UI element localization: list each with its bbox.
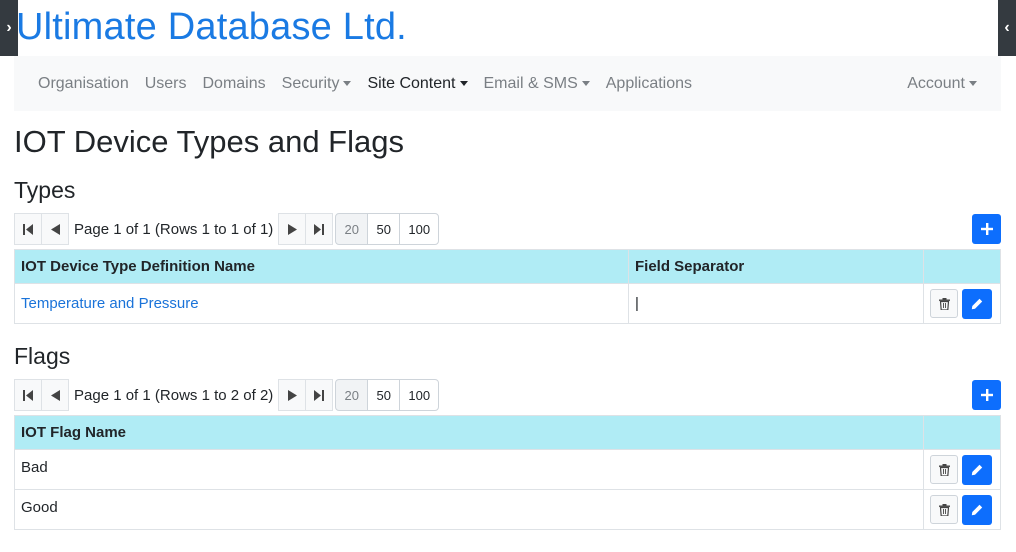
page-size-20-button[interactable]: 20 <box>335 379 369 411</box>
table-row: Bad <box>14 449 1001 490</box>
caret-down-icon <box>343 81 352 86</box>
page-size-100-button[interactable]: 100 <box>399 213 440 245</box>
first-page-button[interactable] <box>14 379 42 411</box>
next-page-button[interactable] <box>278 379 307 411</box>
next-page-button[interactable] <box>278 213 307 245</box>
pencil-icon <box>971 298 983 309</box>
prev-page-button[interactable] <box>41 379 69 411</box>
edit-button[interactable] <box>962 454 992 485</box>
nav-item-domains[interactable]: Domains <box>195 75 274 93</box>
trash-icon <box>938 297 950 310</box>
row-actions <box>923 449 1001 490</box>
table-header-row: IOT Flag Name <box>14 415 1001 450</box>
last-page-icon <box>314 223 325 235</box>
nav-item-applications[interactable]: Applications <box>598 75 700 93</box>
plus-icon <box>980 223 993 235</box>
edit-button[interactable] <box>962 288 992 319</box>
types-pager: Page 1 of 1 (Rows 1 to 1 of 1) 20 50 100 <box>14 213 440 245</box>
nav-item-security[interactable]: Security <box>274 75 360 93</box>
field-separator-value: | <box>635 295 639 312</box>
last-page-button[interactable] <box>305 379 334 411</box>
pencil-icon <box>971 464 983 475</box>
nav-item-users[interactable]: Users <box>137 75 195 93</box>
brand-title[interactable]: Ultimate Database Ltd. <box>16 2 407 52</box>
chevron-right-icon: › <box>6 19 12 36</box>
types-heading: Types <box>14 177 76 203</box>
flag-name-cell: Bad <box>14 449 924 490</box>
chevron-left-icon: ‹ <box>1004 19 1010 36</box>
delete-button[interactable] <box>930 455 958 484</box>
flag-name-cell: Good <box>14 489 924 530</box>
caret-down-icon <box>459 81 468 86</box>
next-page-icon <box>287 223 297 235</box>
column-header-flag-name[interactable]: IOT Flag Name <box>14 415 924 450</box>
nav-item-organisation[interactable]: Organisation <box>30 75 137 93</box>
next-page-icon <box>287 389 297 401</box>
edit-button[interactable] <box>962 494 992 525</box>
page-size-group: 20 50 100 <box>335 379 440 411</box>
page-size-20-button[interactable]: 20 <box>335 213 369 245</box>
trash-icon <box>938 503 950 516</box>
plus-icon <box>980 389 993 401</box>
sidebar-toggle-right[interactable]: ‹ <box>998 0 1016 56</box>
page-size-group: 20 50 100 <box>335 213 440 245</box>
column-header-actions <box>923 249 1001 284</box>
trash-icon <box>938 463 950 476</box>
row-actions <box>923 283 1001 324</box>
flags-table: IOT Flag Name Bad Good <box>14 415 1001 530</box>
caret-down-icon <box>581 81 590 86</box>
last-page-button[interactable] <box>305 213 334 245</box>
pencil-icon <box>971 504 983 515</box>
add-type-button[interactable] <box>972 214 1001 244</box>
flags-heading: Flags <box>14 343 71 369</box>
type-name-cell: Temperature and Pressure <box>14 283 629 324</box>
table-header-row: IOT Device Type Definition Name Field Se… <box>14 249 1001 284</box>
nav-item-account[interactable]: Account <box>899 75 985 93</box>
column-header-field-separator[interactable]: Field Separator <box>628 249 924 284</box>
first-page-icon <box>23 389 33 401</box>
nav-item-site-content[interactable]: Site Content <box>359 75 475 93</box>
first-page-icon <box>23 223 33 235</box>
prev-page-button[interactable] <box>41 213 69 245</box>
prev-page-icon <box>50 389 60 401</box>
delete-button[interactable] <box>930 289 958 318</box>
prev-page-icon <box>50 223 60 235</box>
column-header-actions <box>923 415 1001 450</box>
type-name-link[interactable]: Temperature and Pressure <box>21 295 199 312</box>
pager-status: Page 1 of 1 (Rows 1 to 2 of 2) <box>74 386 274 404</box>
caret-down-icon <box>969 81 977 86</box>
last-page-icon <box>314 389 325 401</box>
page-size-50-button[interactable]: 50 <box>367 213 401 245</box>
main-navbar: Organisation Users Domains Security Site… <box>14 56 1001 111</box>
field-separator-cell: | <box>628 283 924 324</box>
pager-status: Page 1 of 1 (Rows 1 to 1 of 1) <box>74 220 274 238</box>
first-page-button[interactable] <box>14 213 42 245</box>
page-title: IOT Device Types and Flags <box>14 124 404 159</box>
page-size-100-button[interactable]: 100 <box>399 379 440 411</box>
flags-pager: Page 1 of 1 (Rows 1 to 2 of 2) 20 50 100 <box>14 379 440 411</box>
table-row: Good <box>14 489 1001 530</box>
nav-item-email-sms[interactable]: Email & SMS <box>476 75 598 93</box>
delete-button[interactable] <box>930 495 958 524</box>
types-table: IOT Device Type Definition Name Field Se… <box>14 249 1001 324</box>
add-flag-button[interactable] <box>972 380 1001 410</box>
page-size-50-button[interactable]: 50 <box>367 379 401 411</box>
row-actions <box>923 489 1001 530</box>
column-header-type-name[interactable]: IOT Device Type Definition Name <box>14 249 629 284</box>
table-row: Temperature and Pressure | <box>14 283 1001 324</box>
